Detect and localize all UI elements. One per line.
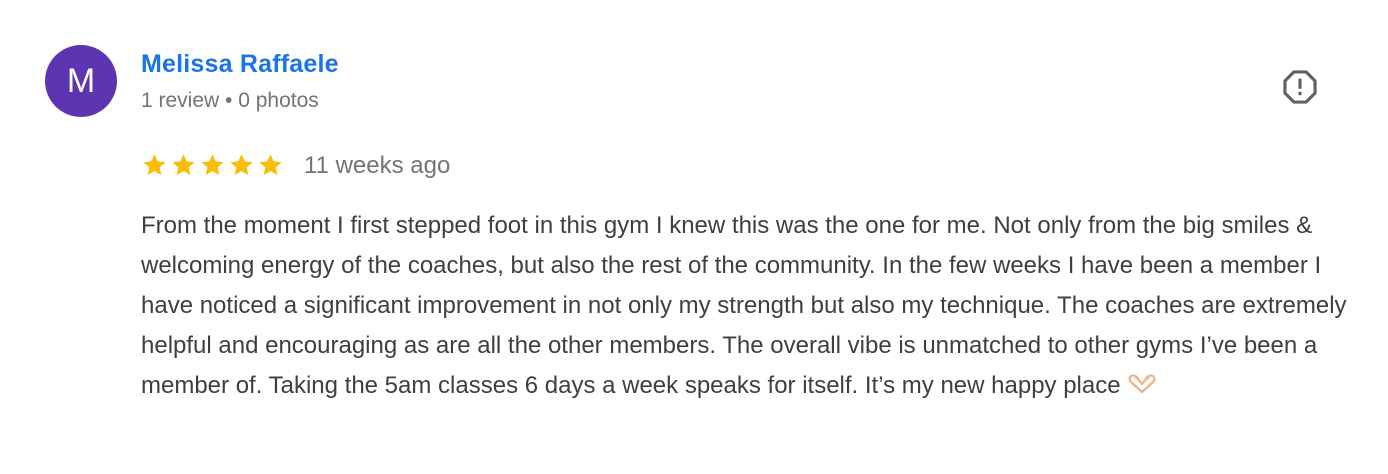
- reviewer-avatar[interactable]: M: [45, 45, 117, 117]
- star-icon: [143, 154, 166, 176]
- review-text-body: From the moment I first stepped foot in …: [141, 212, 1347, 399]
- report-flag-icon: [1283, 70, 1317, 104]
- report-review-button[interactable]: [1276, 63, 1324, 111]
- reviewer-meta: 1 review • 0 photos: [141, 89, 319, 112]
- star-rating: [141, 151, 284, 181]
- review-card: M Melissa Raffaele 1 review • 0 photos 1…: [0, 0, 1388, 474]
- heart-hands-emoji: [1127, 368, 1157, 408]
- star-icon: [259, 154, 282, 176]
- star-icon: [201, 154, 224, 176]
- review-date: 11 weeks ago: [304, 152, 451, 179]
- reviewer-name-link[interactable]: Melissa Raffaele: [141, 48, 339, 80]
- star-icon: [230, 154, 253, 176]
- review-text: From the moment I first stepped foot in …: [141, 206, 1356, 408]
- star-icon: [172, 154, 195, 176]
